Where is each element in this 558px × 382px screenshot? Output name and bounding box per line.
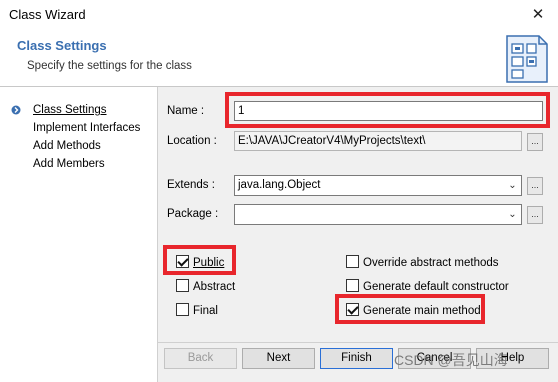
public-highlight-box xyxy=(163,245,236,275)
nav-item-add-methods[interactable]: Add Methods xyxy=(33,140,101,152)
location-browse-button[interactable]: ... xyxy=(527,133,543,151)
final-checkbox[interactable]: Final xyxy=(176,303,218,317)
page-subtitle: Specify the settings for the class xyxy=(27,60,192,72)
final-label: Final xyxy=(193,305,218,317)
override-abstract-label: Override abstract methods xyxy=(363,257,499,269)
checkbox-box[interactable] xyxy=(346,255,359,268)
generate-constructor-label: Generate default constructor xyxy=(363,281,509,293)
extends-combo[interactable]: java.lang.Object ⌄ xyxy=(234,175,522,196)
extends-value: java.lang.Object xyxy=(238,179,321,191)
watermark-text: CSDN @吾见山海 xyxy=(394,352,508,368)
next-button[interactable]: Next xyxy=(242,348,315,369)
package-combo[interactable]: ⌄ xyxy=(234,204,522,225)
button-divider xyxy=(157,342,558,343)
class-wizard-window: Class Wizard ✕ Class Settings Specify th… xyxy=(0,0,558,382)
main-method-highlight-box xyxy=(335,294,485,324)
nav-item-implement-interfaces[interactable]: Implement Interfaces xyxy=(33,122,140,134)
page-title: Class Settings xyxy=(17,38,107,53)
override-abstract-checkbox[interactable]: Override abstract methods xyxy=(346,255,499,269)
package-browse-button[interactable]: ... xyxy=(527,206,543,224)
checkbox-box[interactable] xyxy=(346,279,359,292)
current-step-icon xyxy=(11,105,21,115)
class-wizard-icon xyxy=(506,35,548,83)
generate-constructor-checkbox[interactable]: Generate default constructor xyxy=(346,279,509,293)
nav-item-add-members[interactable]: Add Members xyxy=(33,158,105,170)
package-label: Package : xyxy=(167,208,219,220)
name-highlight-box xyxy=(225,92,550,128)
back-button[interactable]: Back xyxy=(164,348,237,369)
finish-button[interactable]: Finish xyxy=(320,348,393,369)
chevron-down-icon[interactable]: ⌄ xyxy=(504,205,521,224)
title-bar: Class Wizard ✕ xyxy=(0,0,558,30)
close-icon[interactable]: ✕ xyxy=(528,5,548,25)
nav-item-class-settings[interactable]: Class Settings xyxy=(33,104,107,116)
extends-label: Extends : xyxy=(167,179,215,191)
checkbox-box[interactable] xyxy=(176,303,189,316)
wizard-header: Class Settings Specify the settings for … xyxy=(0,30,558,86)
chevron-down-icon[interactable]: ⌄ xyxy=(504,176,521,195)
location-label: Location : xyxy=(167,135,217,147)
location-field[interactable]: E:\JAVA\JCreatorV4\MyProjects\text\ xyxy=(234,131,522,151)
abstract-label: Abstract xyxy=(193,281,236,293)
checkbox-box[interactable] xyxy=(176,279,189,292)
extends-browse-button[interactable]: ... xyxy=(527,177,543,195)
name-label: Name : xyxy=(167,105,205,117)
abstract-checkbox[interactable]: Abstract xyxy=(176,279,235,293)
window-title: Class Wizard xyxy=(9,7,86,22)
